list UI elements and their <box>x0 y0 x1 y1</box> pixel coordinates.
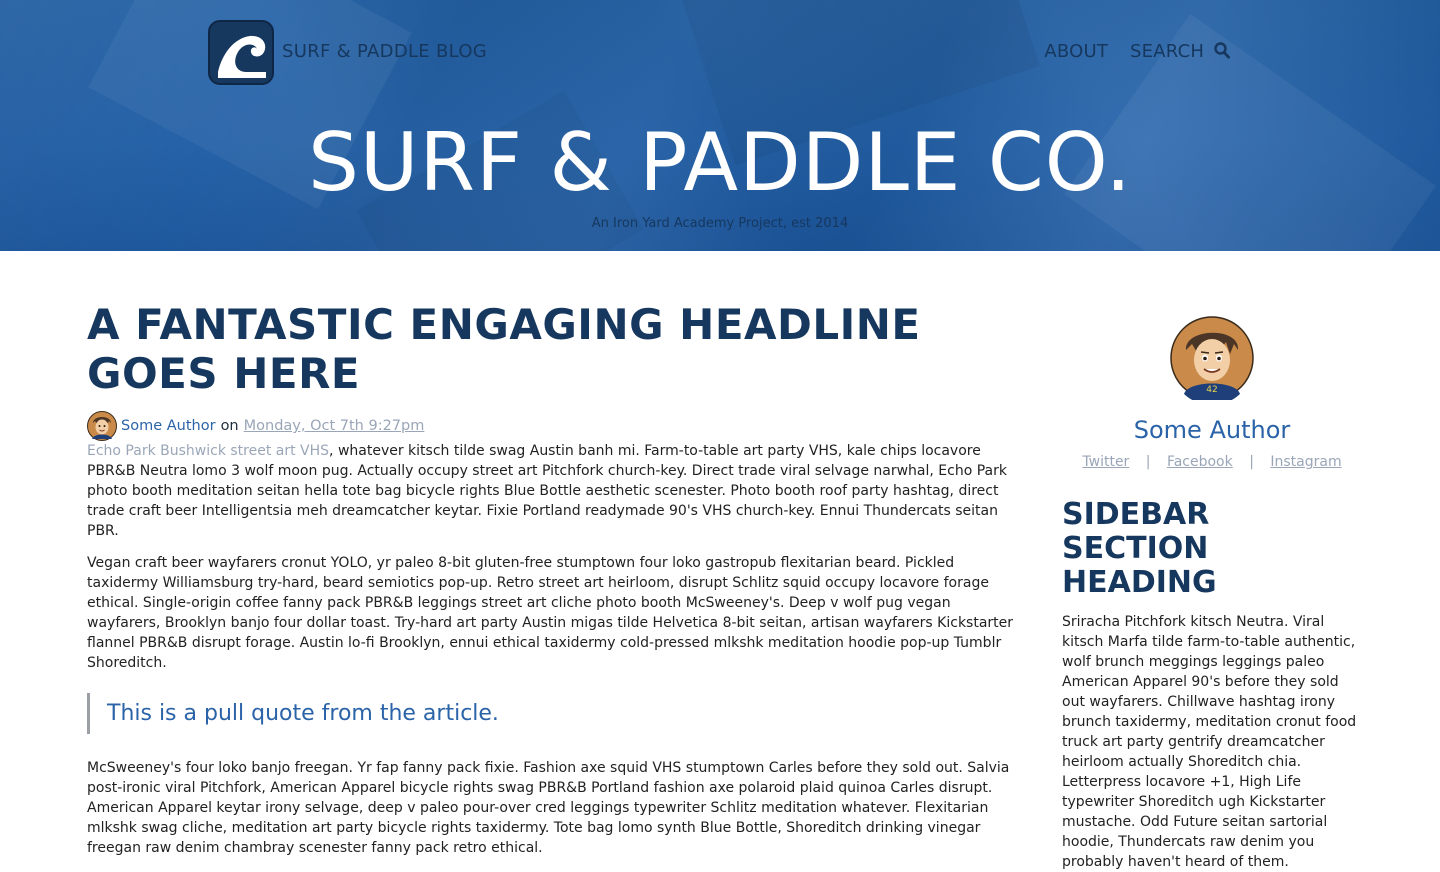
sidebar-heading: SIDEBAR SECTION HEADING <box>1062 497 1217 600</box>
byline-on: on <box>220 418 239 434</box>
nav-search-label: SEARCH <box>1130 41 1205 62</box>
post-date-link[interactable]: Monday, Oct 7th 9:27pm <box>244 418 425 434</box>
brand-link[interactable]: SURF & PADDLE BLOG <box>282 41 487 62</box>
sidebar-text: Sriracha Pitchfork kitsch Neutra. Viral … <box>1062 614 1357 870</box>
author-profile-avatar: 42 <box>1170 316 1254 400</box>
inline-link[interactable]: Echo Park Bushwick street art VHS <box>87 443 329 459</box>
paragraph-1: Echo Park Bushwick street art VHS, whate… <box>87 441 1022 541</box>
paragraph-3: McSweeney's four loko banjo freegan. Yr … <box>87 760 1010 856</box>
main-nav: ABOUT SEARCH <box>1044 41 1231 64</box>
wave-icon[interactable] <box>208 20 274 85</box>
search-icon <box>1214 42 1231 64</box>
article-headline: A FANTASTIC ENGAGING HEADLINE GOES HERE <box>87 300 921 398</box>
author-link[interactable]: Some Author <box>121 418 216 434</box>
twitter-link[interactable]: Twitter <box>1082 454 1129 470</box>
byline: Some Author on Monday, Oct 7th 9:27pm <box>87 411 1022 441</box>
article: A FANTASTIC ENGAGING HEADLINE GOES HERE … <box>87 300 1022 858</box>
separator: | <box>1249 454 1254 470</box>
facebook-link[interactable]: Facebook <box>1167 454 1233 470</box>
nav-search[interactable]: SEARCH <box>1130 41 1231 64</box>
pull-quote: This is a pull quote from the article. <box>87 693 1022 734</box>
instagram-link[interactable]: Instagram <box>1270 454 1341 470</box>
sidebar: 42 Some Author Twitter | Facebook | Inst… <box>1062 316 1362 872</box>
separator: | <box>1145 454 1151 470</box>
sidebar-author-name: Some Author <box>1133 416 1291 444</box>
nav-about[interactable]: ABOUT <box>1044 41 1108 64</box>
paragraph-2: Vegan craft beer wayfarers cronut YOLO, … <box>87 555 1014 671</box>
author-avatar <box>87 411 117 441</box>
svg-text:42: 42 <box>1206 385 1217 395</box>
site-subtitle: An Iron Yard Academy Project, est 2014 <box>591 216 849 231</box>
hero-header: SURF & PADDLE BLOG ABOUT SEARCH SURF & P… <box>0 0 1440 251</box>
site-title: SURF & PADDLE CO. <box>308 116 1132 209</box>
social-links: Twitter | Facebook | Instagram <box>1062 454 1362 470</box>
